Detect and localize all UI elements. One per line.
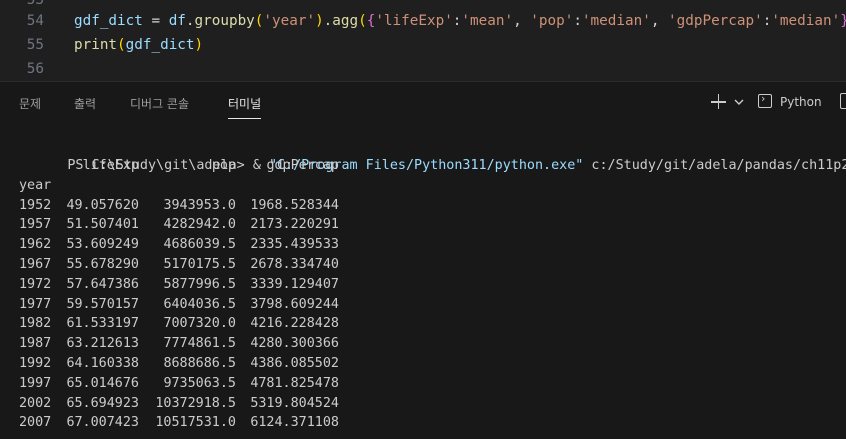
code-token: 'lifeExp' bbox=[375, 13, 453, 29]
code-token: agg bbox=[332, 13, 359, 29]
code-token: groupby bbox=[194, 13, 255, 29]
active-tab-indicator bbox=[228, 118, 262, 119]
code-token: df bbox=[168, 13, 186, 29]
df-cell-pop: 7774861.5 bbox=[163, 336, 236, 352]
df-cell-lifeexp: 65.014676 bbox=[66, 375, 139, 391]
tab-problems[interactable]: 문제 bbox=[19, 95, 41, 113]
df-column-header: pop bbox=[211, 158, 236, 173]
df-row-index: 1992 bbox=[19, 356, 52, 371]
code-text: gdf_dict = df.groupby('year').agg({'life… bbox=[74, 9, 846, 33]
df-row-index: 1997 bbox=[19, 375, 52, 391]
code-token: 'mean' bbox=[461, 13, 514, 29]
line-number: 56 bbox=[26, 61, 44, 77]
df-row-index: 1962 bbox=[19, 237, 52, 253]
code-token: . bbox=[323, 13, 333, 29]
df-cell-pop: 5877996.5 bbox=[163, 276, 236, 292]
code-token: } bbox=[840, 13, 846, 29]
df-cell-lifeexp: 59.570157 bbox=[66, 296, 139, 312]
code-token: ( bbox=[117, 37, 126, 53]
df-row-index: 1977 bbox=[19, 296, 52, 312]
tab-terminal-label: 터미널 bbox=[228, 97, 262, 111]
df-cell-pop: 10372918.5 bbox=[155, 395, 236, 411]
code-token: ( bbox=[358, 13, 367, 29]
line-number: 55 bbox=[26, 37, 44, 53]
sidebar-toggle-icon[interactable] bbox=[840, 93, 846, 109]
vscode-window: 53 54 gdf_dict = df.groupby('year').agg({'… bbox=[0, 0, 846, 439]
df-cell-lifeexp: 57.647386 bbox=[66, 276, 139, 292]
code-token: gdf_dict bbox=[125, 37, 195, 53]
terminal-command-line: PS C:\Study\git\adela> & "C:/Program Fil… bbox=[19, 136, 846, 173]
code-token: , bbox=[513, 13, 531, 29]
df-cell-lifeexp: 51.507401 bbox=[66, 217, 139, 233]
code-token: 'median' bbox=[581, 13, 651, 29]
df-cell-pop: 4686039.5 bbox=[163, 237, 236, 253]
line-number: 54 bbox=[26, 13, 44, 29]
df-cell-gdppercap: 2678.334740 bbox=[250, 257, 339, 272]
df-row-index: 2007 bbox=[19, 415, 52, 431]
df-cell-lifeexp: 63.212613 bbox=[66, 336, 139, 352]
code-token: gdf_dict bbox=[74, 13, 143, 29]
df-cell-gdppercap: 2335.439533 bbox=[250, 237, 339, 253]
df-row-index: 1952 bbox=[19, 197, 52, 213]
df-cell-pop: 3943953.0 bbox=[163, 197, 236, 213]
code-editor[interactable]: 53 54 gdf_dict = df.groupby('year').agg({'… bbox=[0, 0, 846, 81]
df-cell-gdppercap: 4781.825478 bbox=[250, 375, 339, 391]
df-cell-gdppercap: 3798.609244 bbox=[250, 296, 339, 312]
code-token: ) bbox=[194, 37, 204, 53]
code-text: print(gdf_dict) bbox=[74, 33, 203, 57]
df-cell-gdppercap: 2173.220291 bbox=[250, 217, 339, 233]
df-cell-lifeexp: 53.609249 bbox=[66, 237, 139, 253]
df-cell-pop: 8688686.5 bbox=[163, 356, 236, 371]
df-row-index: 1982 bbox=[19, 316, 52, 332]
terminal-icon[interactable]: › bbox=[758, 92, 772, 108]
df-cell-pop: 6404036.5 bbox=[163, 296, 236, 312]
df-row-index: 1987 bbox=[19, 336, 52, 352]
df-column-header: gdpPercap bbox=[266, 158, 339, 173]
df-cell-lifeexp: 65.694923 bbox=[66, 395, 139, 411]
df-cell-gdppercap: 3339.129407 bbox=[250, 276, 339, 292]
code-token: : bbox=[573, 13, 582, 29]
df-cell-lifeexp: 61.533197 bbox=[66, 316, 139, 332]
code-token: 'year' bbox=[263, 13, 316, 29]
df-cell-pop: 9735063.5 bbox=[163, 375, 236, 391]
terminal-profile-label[interactable]: Python bbox=[780, 95, 822, 109]
df-cell-gdppercap: 4386.085502 bbox=[250, 356, 339, 371]
df-cell-pop: 5170175.5 bbox=[163, 257, 236, 272]
df-cell-lifeexp: 49.057620 bbox=[66, 197, 139, 213]
df-cell-pop: 7007320.0 bbox=[163, 316, 236, 332]
df-cell-lifeexp: 67.007423 bbox=[66, 415, 139, 431]
code-token: print bbox=[74, 37, 118, 53]
code-token: 'gdpPercap' bbox=[668, 13, 763, 29]
df-row-index: 2002 bbox=[19, 395, 52, 411]
df-cell-pop: 10517531.0 bbox=[155, 415, 236, 431]
df-index-name: year bbox=[19, 177, 52, 193]
df-row-index: 1967 bbox=[19, 257, 52, 272]
code-token: ) bbox=[315, 13, 324, 29]
code-token: , bbox=[650, 13, 669, 29]
plus-icon[interactable] bbox=[710, 94, 726, 110]
df-row-index: 1957 bbox=[19, 217, 52, 233]
df-cell-pop: 4282942.0 bbox=[163, 217, 236, 233]
code-token: 'pop' bbox=[530, 13, 574, 29]
code-token: = bbox=[142, 13, 169, 29]
chevron-down-icon[interactable] bbox=[733, 96, 745, 108]
terminal-output[interactable]: PS C:\Study\git\adela> & "C:/Program Fil… bbox=[0, 124, 846, 439]
df-cell-gdppercap: 1968.528344 bbox=[250, 197, 339, 213]
df-cell-gdppercap: 6124.371108 bbox=[250, 415, 339, 431]
df-cell-lifeexp: 64.160338 bbox=[66, 356, 139, 371]
code-token: 'median' bbox=[771, 13, 841, 29]
terminal-command-arg: c:/Study/git/adela/pandas/ch11p218.py bbox=[591, 158, 846, 173]
tab-debug-console[interactable]: 디버그 콘솔 bbox=[130, 95, 189, 113]
df-cell-lifeexp: 55.678290 bbox=[66, 257, 139, 272]
tab-output[interactable]: 출력 bbox=[74, 95, 96, 113]
df-column-header: lifeExp bbox=[82, 158, 139, 173]
code-token: . bbox=[185, 13, 195, 29]
tab-terminal[interactable]: 터미널 bbox=[228, 95, 262, 119]
df-cell-gdppercap: 5319.804524 bbox=[250, 395, 339, 411]
df-row-index: 1972 bbox=[19, 276, 52, 292]
df-cell-gdppercap: 4216.228428 bbox=[250, 316, 339, 332]
df-cell-gdppercap: 4280.300366 bbox=[250, 336, 339, 352]
